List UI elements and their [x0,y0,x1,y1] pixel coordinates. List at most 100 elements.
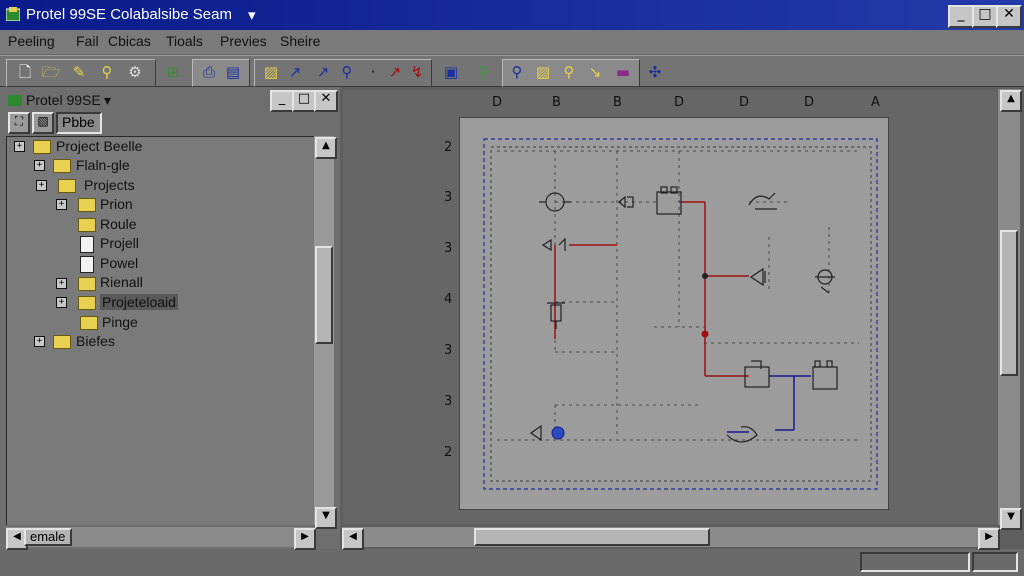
bus-icon[interactable]: ↗ [284,61,306,83]
menu-fail[interactable]: Fail [76,33,99,49]
schematic-sheet[interactable] [459,117,889,510]
menu-previes[interactable]: Previes [220,33,267,49]
window-title: Protel 99SE Colabalsibe Seam [26,6,232,23]
panel-maximize-button[interactable]: □ [292,90,316,112]
scroll-right-icon[interactable]: ▶ [978,528,1000,550]
tree-hscroll-thumb[interactable]: emale [24,528,72,546]
ruler-left-label: 4 [444,292,453,307]
zoom-in-icon[interactable]: ⚲ [472,61,494,83]
arrow-icon[interactable]: ↗ [312,61,334,83]
scroll-right-icon[interactable]: ▶ [294,528,316,550]
maximize-button[interactable]: □ [972,5,998,28]
zoom-icon[interactable]: ⚲ [336,61,358,83]
print-icon[interactable]: ⎙ [198,61,220,83]
tree-item-flaln-gle[interactable]: Flaln-gle [76,157,130,173]
ruler-left-label: 3 [444,190,453,205]
move-icon[interactable]: ✣ [644,61,666,83]
folder-icon [53,335,71,349]
wire-icon[interactable]: ▨ [260,61,282,83]
folder-icon [53,159,71,173]
search-icon[interactable]: ⚲ [96,61,118,83]
tree-expander[interactable]: + [36,180,47,191]
panel-close-button[interactable]: ✕ [314,90,338,112]
ruler-top-label: B [613,95,622,110]
status-panel [860,552,970,572]
tree-item-pinge[interactable]: Pinge [102,314,138,330]
scroll-down-icon[interactable]: ▼ [315,507,337,529]
net-icon[interactable]: ↯ [406,61,428,83]
canvas-hscroll-thumb[interactable] [474,528,710,546]
title-dropdown-icon[interactable]: ▾ [248,6,256,24]
title-bar: Protel 99SE Colabalsibe Seam ▾ _ □ ✕ [0,0,1024,30]
ruler-top-label: B [552,95,561,110]
canvas-vscroll-thumb[interactable] [1000,230,1018,376]
settings-icon[interactable]: ⚙ [124,61,146,83]
panel-tab[interactable]: Pbbe [56,112,102,134]
tree-item-powel[interactable]: Powel [100,255,138,271]
ruler-top-label: D [804,95,815,110]
minimize-button[interactable]: _ [948,5,974,28]
tree-item-prion[interactable]: Prion [100,196,133,212]
tree-item-biefes[interactable]: Biefes [76,333,115,349]
zoom-fit-icon[interactable]: ▨ [532,61,554,83]
probe-icon[interactable]: ↗ [384,61,406,83]
folder-icon [80,316,98,330]
menu-bar: Peeling Fail Cbicas Tioals Previes Sheir… [0,30,1024,54]
project-tree [6,136,314,525]
scroll-down-icon[interactable]: ▼ [1000,508,1022,530]
panel-dropdown-icon[interactable]: ▾ [104,92,111,109]
tree-item-projects[interactable]: Projects [84,177,135,193]
tree-item-project-beelle[interactable]: Project Beelle [56,138,142,154]
ruler-left-label: 3 [444,241,453,256]
tree-item-rienall[interactable]: Rienall [100,274,143,290]
edit-icon[interactable]: ✎ [68,61,90,83]
junction [702,273,708,279]
save-icon[interactable]: ▤ [222,61,244,83]
tree-expander[interactable]: + [34,336,45,347]
folder-icon [33,140,51,154]
ruler-top-label: D [674,95,685,110]
folder-icon [78,296,96,310]
panel-tab-icon-1[interactable]: ⛶ [8,112,30,134]
tree-item-projell[interactable]: Projell [100,235,139,251]
status-panel [972,552,1018,572]
port-symbol [551,426,565,440]
menu-cbicas[interactable]: Cbicas [108,33,151,49]
zoom-area-icon[interactable]: ⚲ [506,61,528,83]
new-document-icon[interactable]: 🗋 [14,61,36,83]
pan-icon[interactable]: ↘ [584,61,606,83]
close-button[interactable]: ✕ [996,5,1022,28]
menu-sheire[interactable]: Sheire [280,33,320,49]
ruler-left-label: 3 [444,394,453,409]
document-icon [80,236,94,253]
tree-item-projeteloaid[interactable]: Projeteloaid [100,294,178,310]
folder-icon [78,198,96,212]
panel-title: Protel 99SE [26,92,101,108]
folder-icon [58,179,76,193]
menu-tioals[interactable]: Tioals [166,33,203,49]
menu-peeling[interactable]: Peeling [8,33,55,49]
junction [701,330,709,338]
scroll-left-icon[interactable]: ◀ [342,528,364,550]
layers-icon[interactable]: ▬ [612,61,634,83]
panel-minimize-button[interactable]: _ [270,90,294,112]
tree-expander[interactable]: + [56,199,67,210]
open-folder-icon[interactable]: 🗁 [40,61,62,83]
tree-expander[interactable]: + [56,278,67,289]
ruler-left-label: 2 [444,140,453,155]
panel-app-icon [8,95,22,106]
ruler-left-label: 3 [444,343,453,358]
tree-expander[interactable]: + [14,141,25,152]
component-icon[interactable]: ⊞ [162,61,184,83]
tree-expander[interactable]: + [56,297,67,308]
tree-scroll-thumb[interactable] [315,246,333,344]
tree-item-roule[interactable]: Roule [100,216,137,232]
scroll-up-icon[interactable]: ▲ [1000,90,1022,112]
scroll-up-icon[interactable]: ▲ [315,137,337,159]
library-icon[interactable]: ▣ [440,61,462,83]
document-icon [80,256,94,273]
panel-tab-icon-2[interactable]: ▧ [32,112,54,134]
tree-expander[interactable]: + [34,160,45,171]
dot-icon[interactable]: · [362,61,384,83]
zoom-out-icon[interactable]: ⚲ [558,61,580,83]
